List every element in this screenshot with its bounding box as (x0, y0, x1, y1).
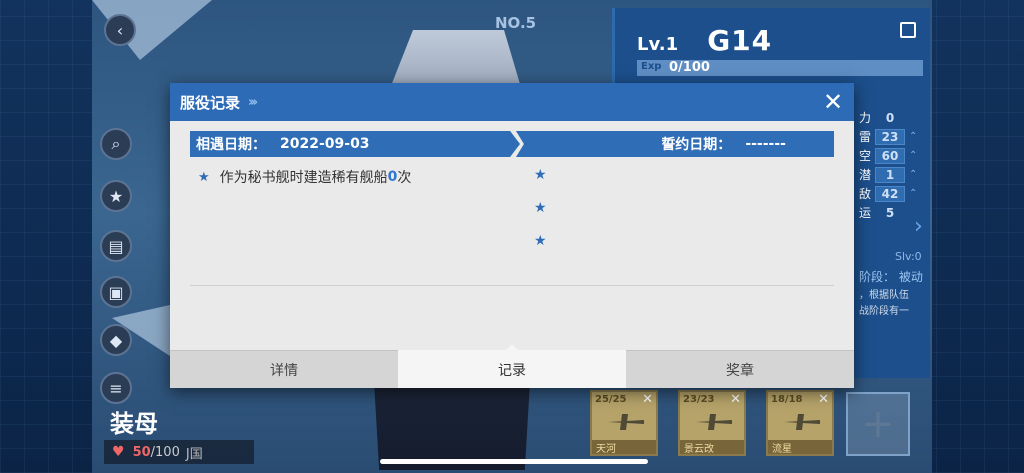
remove-icon[interactable]: ✕ (642, 392, 653, 407)
stat-value: 23 (875, 128, 905, 145)
stat-label: 运 (859, 206, 872, 220)
star-icon: ★ (534, 233, 547, 249)
ship-type-label: 装母 (110, 410, 158, 438)
skill-note-line: 战阶段有一 (859, 306, 909, 317)
stat-row: 力 0 (859, 108, 929, 127)
aircraft-slot[interactable]: 25/25 ✕ 天河 (590, 390, 658, 456)
aircraft-count: 18/18 (771, 394, 803, 405)
skill-note-line: ，根据队伍 (859, 290, 909, 301)
aircraft-count: 25/25 (595, 394, 627, 405)
level-row: Lv.1 G14 (637, 24, 772, 57)
stat-list: 力 0 雷 23 ⌃ 空 60 ⌃ 潜 1 ⌃ 敌 42 ⌃ 运 5 (859, 108, 929, 222)
stat-label: 潜 (859, 168, 872, 182)
dialog-header: 服役记录 ››› ✕ (170, 83, 854, 121)
add-aircraft-button[interactable]: + (846, 392, 910, 456)
stat-label: 力 (859, 111, 872, 125)
stat-label: 雷 (859, 130, 872, 144)
exp-bar: Exp 0/100 (637, 60, 923, 76)
tab-medals[interactable]: 奖章 (626, 350, 854, 388)
stat-label: 敌 (859, 187, 872, 201)
chevrons-icon: ››› (248, 94, 258, 110)
aircraft-slot[interactable]: 23/23 ✕ 景云改 (678, 390, 746, 456)
aircraft-name: 天河 (592, 440, 656, 455)
record-text: 作为秘书舰时建造稀有舰船 (219, 170, 388, 186)
stat-row: 空 60 ⌃ (859, 146, 929, 165)
stat-value: 42 (875, 185, 905, 202)
skill-phase: 阶段： 被动 (859, 270, 923, 284)
record-list: ★ 作为秘书舰时建造稀有舰船 0 次 (198, 167, 411, 187)
meet-date-value: 2022-09-03 (280, 136, 370, 152)
stat-value: 0 (885, 110, 895, 125)
oath-date-label: 誓约日期： (661, 137, 732, 153)
edit-icon[interactable] (900, 22, 916, 38)
date-bar: 相遇日期： 2022-09-03 誓约日期： ------- (190, 131, 834, 157)
plane-icon (696, 414, 732, 430)
close-button[interactable]: ✕ (820, 89, 846, 115)
upgrade-chevron-icon: ⌃ (909, 169, 918, 180)
stat-label: 空 (859, 149, 872, 163)
home-indicator[interactable] (380, 459, 648, 464)
aircraft-slot[interactable]: 18/18 ✕ 流星 (766, 390, 834, 456)
back-button[interactable]: ‹ (104, 14, 136, 46)
dialog-tabs: 详情 记录 奖章 (170, 344, 854, 388)
skill-description: ，根据队伍 战阶段有一 (859, 288, 909, 320)
remove-icon[interactable]: ✕ (730, 392, 741, 407)
upgrade-chevron-icon: ⌃ (909, 150, 918, 161)
remove-icon[interactable]: ✕ (818, 392, 829, 407)
exp-value: 0/100 (669, 60, 710, 75)
record-count: 0 (387, 169, 398, 185)
stat-value: 5 (885, 205, 895, 220)
ship-number: NO.5 (495, 14, 537, 32)
stat-row: 敌 42 ⌃ (859, 184, 929, 203)
star-icon: ★ (534, 200, 547, 216)
record-suffix: 次 (397, 170, 412, 186)
card-icon[interactable]: ▤ (100, 230, 132, 262)
skill-level: Slv:0 (895, 250, 922, 263)
plane-icon (608, 414, 644, 430)
menu-icon[interactable]: ≡ (100, 372, 132, 404)
stat-row: 潜 1 ⌃ (859, 165, 929, 184)
level-label: Lv.1 (637, 34, 679, 55)
divider (190, 285, 834, 286)
tab-records[interactable]: 记录 (398, 344, 626, 388)
star-icon: ★ (534, 167, 547, 183)
hp-current: 50 (132, 444, 151, 460)
service-record-dialog: 服役记录 ››› ✕ 相遇日期： 2022-09-03 誓约日期： ------… (170, 83, 854, 388)
star-icon[interactable]: ★ (100, 180, 132, 212)
aircraft-slots: 25/25 ✕ 天河 23/23 ✕ 景云改 18/18 ✕ 流星 (590, 390, 834, 456)
meet-date-label: 相遇日期： (196, 137, 266, 153)
list-item: ★ 作为秘书舰时建造稀有舰船 0 次 (198, 167, 411, 187)
meet-date: 相遇日期： 2022-09-03 (190, 131, 520, 157)
marriage-icon[interactable]: ◆ (100, 324, 132, 356)
upgrade-chevron-icon: ⌃ (909, 188, 918, 199)
upgrade-chevron-icon: ⌃ (909, 131, 918, 142)
dialog-body: 相遇日期： 2022-09-03 誓约日期： ------- ★ 作为秘书舰时建… (190, 131, 834, 286)
zoom-icon[interactable]: ⌕ (100, 128, 132, 160)
stat-value: 1 (875, 166, 905, 183)
tab-details[interactable]: 详情 (170, 350, 398, 388)
exp-label: Exp (641, 61, 662, 72)
hp-max: /100 (150, 444, 180, 460)
nation-label: J国 (185, 446, 203, 462)
oath-date: 誓约日期： ------- (516, 131, 834, 157)
aircraft-name: 景云改 (680, 440, 744, 455)
plane-icon (784, 414, 820, 430)
aircraft-name: 流星 (768, 440, 832, 455)
chevron-right-icon[interactable]: › (914, 214, 923, 239)
stat-row: 雷 23 ⌃ (859, 127, 929, 146)
star-icon: ★ (198, 169, 210, 185)
oath-record-list: ★ ★ ★ (534, 167, 547, 266)
hp-row: ♥ 50 /100 J国 (104, 440, 254, 464)
stat-value: 60 (875, 147, 905, 164)
lock-icon[interactable]: ▣ (100, 276, 132, 308)
aircraft-count: 23/23 (683, 394, 715, 405)
dialog-title: 服役记录 (180, 93, 241, 112)
ship-name: G14 (707, 24, 773, 57)
oath-date-value: ------- (745, 136, 786, 152)
heart-icon: ♥ (112, 444, 125, 460)
